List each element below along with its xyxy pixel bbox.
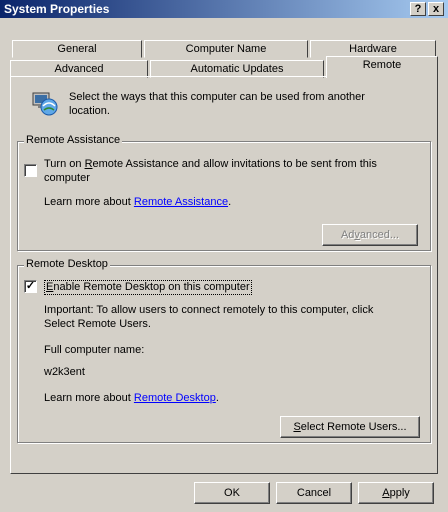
close-button[interactable]: x (428, 2, 444, 16)
remote-assistance-checkbox-label-line2[interactable]: computer (44, 172, 90, 185)
advanced-button: Advanced... (322, 224, 418, 246)
remote-assistance-checkbox-label-line1[interactable]: Turn on Remote Assistance and allow invi… (44, 158, 377, 171)
tab-general[interactable]: General (12, 40, 142, 58)
cancel-button[interactable]: Cancel (276, 482, 352, 504)
tab-computer-name[interactable]: Computer Name (144, 40, 308, 58)
remote-desktop-group: Remote Desktop ✓ Enable Remote Desktop o… (17, 258, 431, 443)
remote-assistance-link[interactable]: Remote Assistance (134, 196, 228, 208)
full-computer-name-label: Full computer name: (44, 344, 145, 356)
intro-text-line2: location. (69, 105, 110, 117)
apply-button[interactable]: Apply (358, 482, 434, 504)
tab-remote[interactable]: Remote (326, 56, 438, 78)
ok-button[interactable]: OK (194, 482, 270, 504)
tab-panel-remote: Select the ways that this computer can b… (10, 76, 438, 474)
intro-text-line1: Select the ways that this computer can b… (69, 91, 365, 103)
remote-assistance-checkbox[interactable] (24, 164, 37, 177)
window-title: System Properties (4, 2, 110, 16)
computer-name-value: w2k3ent (44, 366, 85, 378)
title-bar: System Properties ? x (0, 0, 448, 18)
computer-network-icon (31, 89, 59, 117)
enable-remote-desktop-label[interactable]: Enable Remote Desktop on this computer (44, 280, 252, 295)
remote-desktop-learn-more: Learn more about Remote Desktop. (44, 392, 219, 404)
important-text-line1: Important: To allow users to connect rem… (44, 304, 374, 316)
remote-desktop-link[interactable]: Remote Desktop (134, 392, 216, 404)
remote-assistance-group: Remote Assistance Turn on Remote Assista… (17, 134, 431, 251)
remote-assistance-label: Remote Assistance (24, 134, 123, 146)
remote-assistance-learn-more: Learn more about Remote Assistance. (44, 196, 232, 208)
remote-desktop-label: Remote Desktop (24, 258, 110, 270)
enable-remote-desktop-checkbox[interactable]: ✓ (24, 280, 37, 293)
help-button[interactable]: ? (410, 2, 426, 16)
select-remote-users-button[interactable]: Select Remote Users... (280, 416, 420, 438)
important-text-line2: Select Remote Users. (44, 318, 151, 330)
